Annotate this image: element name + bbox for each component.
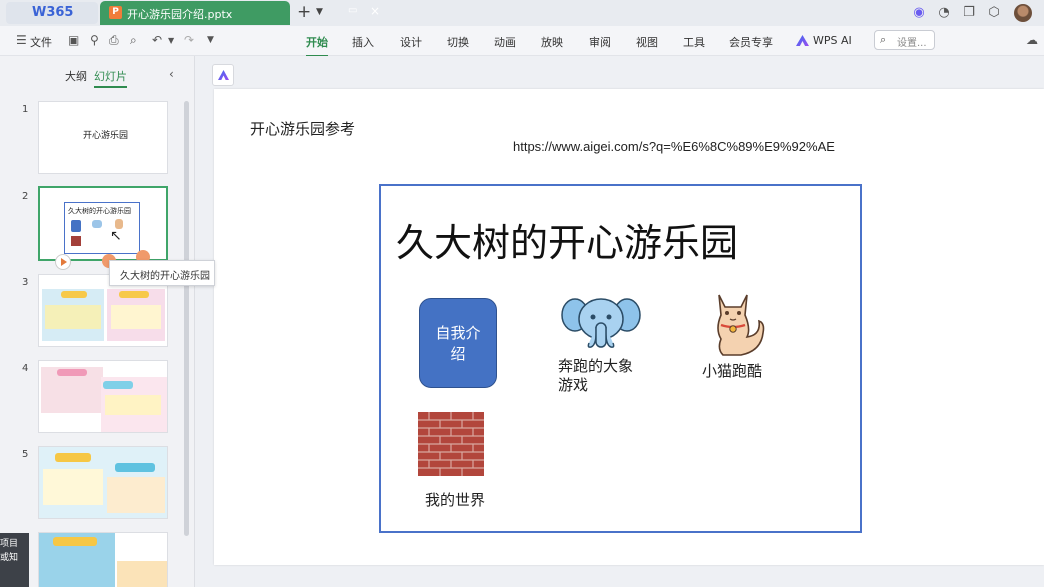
windows-icon[interactable]: ❐: [961, 5, 977, 21]
content-frame[interactable]: 久大树的开心游乐园 自我介绍 奔跑的大象 游戏 小猫跑酷 我的世界: [379, 184, 862, 533]
thumbnail-heading: 久大树的开心游乐园: [68, 207, 131, 215]
close-tab-icon[interactable]: ×: [370, 4, 380, 18]
tab-outline[interactable]: 大纲: [65, 68, 87, 84]
tab-home[interactable]: 开始: [306, 34, 328, 57]
tab-view[interactable]: 视图: [636, 34, 658, 50]
slide-thumbnail-4[interactable]: [38, 360, 168, 433]
play-slide-icon[interactable]: [55, 254, 71, 270]
tab-design[interactable]: 设计: [400, 34, 422, 50]
wps-ai-icon[interactable]: [796, 35, 809, 46]
thumbnail-frame: 久大树的开心游乐园: [64, 202, 140, 254]
slide-thumbnail-2[interactable]: 久大树的开心游乐园 ↖: [38, 186, 168, 261]
thumbnail-banner: [55, 453, 91, 462]
slide-number: 2: [22, 191, 29, 202]
tab-insert[interactable]: 插入: [352, 34, 374, 50]
slide-heading[interactable]: 久大树的开心游乐园: [396, 212, 738, 267]
tab-tools[interactable]: 工具: [683, 34, 705, 50]
floating-panel-line: 或知: [0, 553, 19, 563]
thumbnail-banner: [119, 291, 149, 298]
brick-wall-icon[interactable]: [418, 412, 484, 476]
print-preview-icon[interactable]: ⌕: [130, 33, 137, 48]
document-tab-label: 开心游乐园介绍.pptx: [127, 8, 233, 21]
thumbnail-content: [117, 561, 167, 587]
tab-transition[interactable]: 切换: [447, 34, 469, 50]
self-intro-label: 自我介绍: [435, 324, 481, 363]
self-intro-button[interactable]: 自我介绍: [419, 298, 497, 388]
home-tab[interactable]: W365: [6, 2, 98, 24]
tab-slideshow[interactable]: 放映: [541, 34, 563, 50]
document-tab[interactable]: P 开心游乐园介绍.pptx ▭ ×: [100, 1, 380, 25]
thumbnail-tooltip: 久大树的开心游乐园: [109, 260, 215, 286]
panel-scrollbar[interactable]: [184, 101, 189, 536]
save-icon[interactable]: ▣: [68, 33, 79, 47]
mouse-cursor-icon: ↖: [110, 228, 122, 244]
thumbnail-banner: [61, 291, 87, 298]
user-avatar[interactable]: [1014, 4, 1032, 22]
tab-animation[interactable]: 动画: [494, 34, 516, 50]
elephant-label-line: 游戏: [558, 376, 589, 394]
reference-url[interactable]: https://www.aigei.com/s?q=%E6%8C%89%E9%9…: [513, 139, 835, 154]
floating-side-panel[interactable]: 项目 或知: [0, 533, 29, 587]
chat-icon[interactable]: ◔: [936, 5, 952, 21]
more-quick-access-icon[interactable]: ▼: [207, 35, 214, 45]
slide-number: 5: [22, 449, 29, 460]
thumbnail-title: 开心游乐园: [83, 131, 129, 141]
wps-ai-icon: [218, 70, 229, 80]
tab-review[interactable]: 审阅: [589, 34, 611, 50]
thumbnail-banner: [53, 537, 97, 546]
new-tab-icon[interactable]: +: [297, 2, 311, 22]
cloud-upload-icon[interactable]: ☁: [1026, 33, 1038, 47]
search-input[interactable]: ⌕ 设置...: [874, 30, 935, 50]
restore-window-icon[interactable]: ▭: [348, 5, 357, 16]
thumbnail-elephant: [92, 220, 102, 228]
presentation-file-icon: P: [109, 6, 122, 19]
thumbnail-content: [107, 477, 165, 513]
thumbnail-banner: [57, 369, 87, 376]
title-bar: W365 P 开心游乐园介绍.pptx ▭ × + ▼ ◉ ◔ ❐ ⬡: [0, 0, 1044, 26]
search-icon: ⌕: [880, 33, 887, 46]
my-world-label[interactable]: 我的世界: [425, 491, 485, 510]
slide-thumbnail-5[interactable]: [38, 446, 168, 519]
elephant-game-label[interactable]: 奔跑的大象 游戏: [558, 357, 633, 395]
cat-parkour-label[interactable]: 小猫跑酷: [702, 362, 762, 381]
file-menu[interactable]: 文件: [30, 34, 52, 50]
slide-thumbnail-6[interactable]: [38, 532, 168, 587]
thumbnail-content: [45, 305, 101, 329]
slide-title[interactable]: 开心游乐园参考: [250, 118, 355, 139]
menu-icon[interactable]: ☰: [16, 33, 27, 47]
slide-number: 3: [22, 277, 29, 288]
redo-icon[interactable]: ↷: [184, 33, 194, 47]
undo-dropdown-icon[interactable]: ▼: [168, 36, 174, 45]
elephant-label-line: 奔跑的大象: [558, 357, 634, 375]
slide-number: 1: [22, 104, 29, 115]
wps-ai-sidebar-button[interactable]: [212, 64, 234, 86]
floating-panel-line: 项目: [0, 539, 19, 549]
elephant-icon[interactable]: [561, 293, 641, 351]
search-placeholder: 设置...: [897, 38, 927, 49]
thumbnail-content: [111, 305, 161, 329]
thumbnail-content: [43, 469, 103, 505]
print-icon[interactable]: ⎙: [109, 33, 119, 48]
current-slide[interactable]: 开心游乐园参考 https://www.aigei.com/s?q=%E6%8C…: [214, 89, 1044, 565]
cat-icon[interactable]: [711, 289, 766, 359]
chevron-down-icon[interactable]: ▼: [316, 7, 323, 17]
slide-thumbnail-1[interactable]: 开心游乐园: [38, 101, 168, 174]
slide-number: 4: [22, 363, 29, 374]
undo-icon[interactable]: ↶: [152, 33, 162, 47]
assistant-icon[interactable]: ◉: [911, 5, 927, 21]
thumbnail-banner: [115, 463, 155, 472]
ribbon-toolbar: ☰ 文件 ▣ ⚲ ⎙ ⌕ ↶ ▼ ↷ ▼ 开始 插入 设计 切换 动画 放映 审…: [0, 26, 1044, 57]
collapse-panel-icon[interactable]: ‹: [169, 67, 174, 81]
home-tab-label: W365: [32, 5, 74, 20]
thumbnail-banner: [103, 381, 133, 389]
link-icon[interactable]: ⚲: [90, 33, 99, 47]
thumbnail-bricks: [71, 236, 81, 246]
cube-icon[interactable]: ⬡: [986, 5, 1002, 21]
tab-slides[interactable]: 幻灯片: [94, 68, 127, 88]
thumbnail-content: [105, 395, 161, 415]
wps-ai-button[interactable]: WPS AI: [813, 34, 852, 47]
tab-member[interactable]: 会员专享: [729, 34, 773, 50]
thumbnail-intro-shape: [71, 220, 81, 232]
